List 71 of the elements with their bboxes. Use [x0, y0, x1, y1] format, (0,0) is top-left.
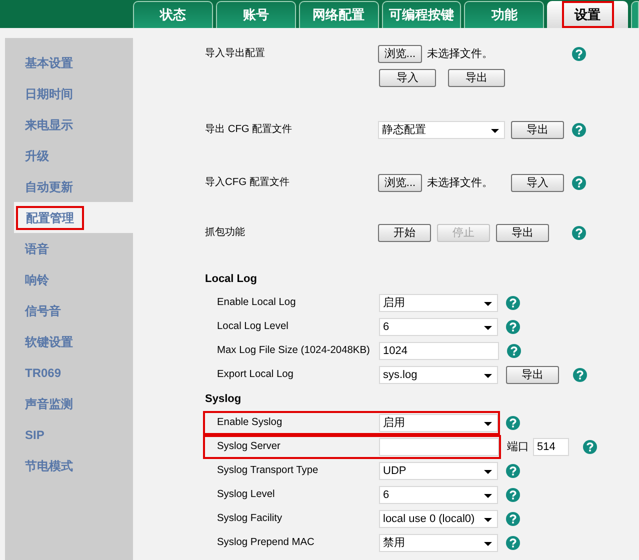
- help-icon[interactable]: [506, 536, 520, 550]
- caret-icon: [484, 518, 492, 522]
- caret-icon: [484, 374, 492, 378]
- help-icon[interactable]: [506, 512, 520, 526]
- file-status: 未选择文件。: [427, 46, 494, 62]
- action-button[interactable]: 导入: [379, 69, 436, 87]
- caret-icon: [484, 422, 492, 426]
- sidebar-item[interactable]: 配置管理: [16, 206, 84, 230]
- caret-icon: [484, 326, 492, 330]
- input-field[interactable]: 1024: [379, 342, 499, 360]
- nav-tab[interactable]: 状态: [133, 1, 213, 28]
- field-label: Syslog Prepend MAC: [217, 536, 316, 550]
- field-label: Syslog Facility: [217, 512, 284, 526]
- field-label: 导入导出配置: [205, 46, 266, 62]
- caret-icon: [491, 129, 499, 133]
- dropdown[interactable]: 启用: [379, 414, 498, 432]
- browse-button[interactable]: 浏览...: [378, 174, 422, 192]
- help-icon[interactable]: [572, 123, 586, 137]
- field-label: Export Local Log: [217, 368, 294, 382]
- port-label: 端口: [507, 440, 529, 455]
- caret-icon: [484, 470, 492, 474]
- nav-tab[interactable]: 设置: [547, 1, 628, 28]
- browse-button[interactable]: 浏览...: [378, 45, 422, 63]
- field-label: Enable Syslog: [217, 416, 284, 430]
- field-label: Syslog Transport Type: [217, 464, 320, 478]
- help-icon[interactable]: [506, 488, 520, 502]
- input-field[interactable]: [379, 438, 499, 456]
- help-icon[interactable]: [506, 416, 520, 430]
- dropdown[interactable]: sys.log: [379, 366, 498, 384]
- action-button[interactable]: 导出: [506, 366, 559, 384]
- field-label: 导入CFG 配置文件: [205, 176, 290, 190]
- nav-tab[interactable]: 可编程按键: [382, 1, 462, 28]
- help-icon[interactable]: [572, 47, 586, 61]
- nav-tab[interactable]: 功能: [464, 1, 544, 28]
- nav-tab[interactable]: 账号: [216, 1, 296, 28]
- action-button[interactable]: 开始: [378, 224, 431, 242]
- section-title: Syslog: [205, 392, 242, 407]
- help-icon[interactable]: [506, 296, 520, 310]
- help-icon[interactable]: [506, 464, 520, 478]
- file-status: 未选择文件。: [427, 176, 494, 191]
- action-button[interactable]: 导出: [511, 121, 564, 139]
- caret-icon: [484, 542, 492, 546]
- field-label: Max Log File Size (1024-2048KB): [217, 344, 371, 358]
- help-icon[interactable]: [572, 176, 586, 190]
- field-label: 抓包功能: [205, 226, 246, 240]
- help-icon[interactable]: [507, 344, 521, 358]
- dropdown[interactable]: 禁用: [379, 534, 498, 552]
- action-button[interactable]: 导入: [511, 174, 564, 192]
- action-button[interactable]: 导出: [496, 224, 549, 242]
- nav-tab[interactable]: 网络配置: [298, 1, 379, 28]
- port-field[interactable]: 514: [533, 438, 569, 456]
- help-icon[interactable]: [506, 320, 520, 334]
- help-icon[interactable]: [583, 440, 597, 454]
- dropdown[interactable]: 6: [379, 486, 498, 504]
- action-button[interactable]: 导出: [448, 69, 505, 87]
- caret-icon: [484, 494, 492, 498]
- dropdown[interactable]: 6: [379, 318, 498, 336]
- help-icon[interactable]: [572, 226, 586, 240]
- field-label: Syslog Level: [217, 488, 276, 502]
- dropdown[interactable]: 静态配置: [378, 121, 505, 139]
- dropdown[interactable]: UDP: [379, 462, 498, 480]
- nav-tab[interactable]: [631, 1, 639, 28]
- field-label: Enable Local Log: [217, 296, 297, 310]
- field-label: Syslog Server: [217, 440, 282, 454]
- caret-icon: [484, 302, 492, 306]
- section-title: Local Log: [205, 272, 257, 287]
- help-icon[interactable]: [573, 368, 587, 382]
- field-label: 导出 CFG 配置文件: [205, 122, 294, 138]
- field-label: Local Log Level: [217, 320, 290, 334]
- dropdown[interactable]: 启用: [379, 294, 498, 312]
- dropdown[interactable]: local use 0 (local0): [379, 510, 498, 528]
